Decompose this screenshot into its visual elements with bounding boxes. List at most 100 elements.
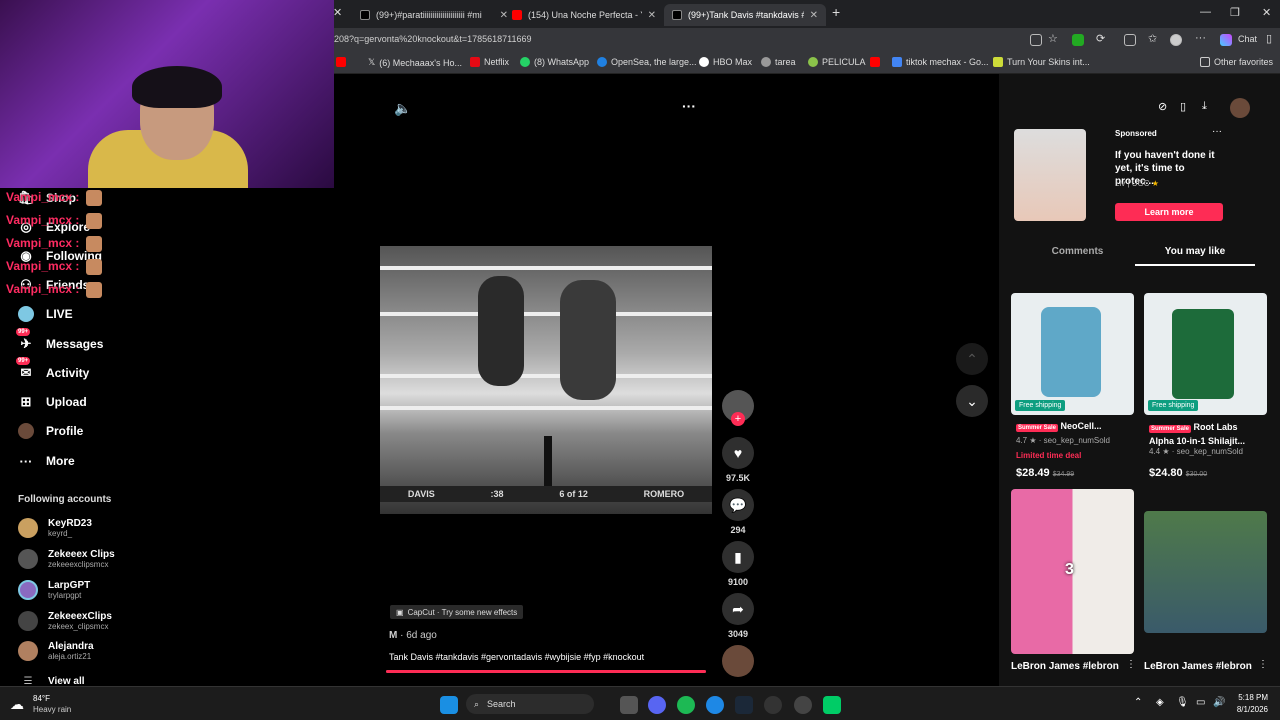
- account-alejandra[interactable]: Alejandra aleja.ortiz21: [18, 641, 94, 661]
- account-larpgpt[interactable]: LarpGPT trylarpgpt: [18, 580, 90, 600]
- video-more-icon[interactable]: ⋮: [1126, 659, 1136, 670]
- progress-bar[interactable]: [386, 670, 706, 673]
- follow-plus-icon[interactable]: +: [731, 412, 745, 426]
- volume-icon[interactable]: 🔈: [394, 100, 411, 117]
- favorites-icon[interactable]: ✩: [1148, 32, 1157, 45]
- tab-1[interactable]: (99+)#paratiiiiiiiiiiiiiiiiiiiii #mi ✕: [352, 4, 516, 26]
- close-icon[interactable]: ✕: [333, 6, 342, 19]
- bookmark-netflix[interactable]: Netflix: [470, 57, 509, 67]
- video-title[interactable]: LeBron James #lebron: [1144, 661, 1252, 672]
- account-zekeeex-clips[interactable]: Zekeeex Clips zekeeexclipsmcx: [18, 549, 115, 569]
- network-icon[interactable]: ▭: [1196, 697, 1205, 708]
- close-tab-icon[interactable]: ✕: [648, 10, 656, 21]
- nav-upload[interactable]: ⊞ Upload: [18, 394, 87, 410]
- refresh-extension-icon[interactable]: ⟳: [1096, 32, 1105, 45]
- url-field[interactable]: 208?q=gervonta%20knockout&t=178561871166…: [334, 34, 532, 44]
- other-favorites[interactable]: Other favorites: [1200, 57, 1273, 67]
- taskbar-search[interactable]: ⌕ Search: [466, 694, 594, 714]
- activity-icon: ✉ 99+: [16, 357, 32, 380]
- bookmark-whatsapp[interactable]: (8) WhatsApp: [520, 57, 589, 67]
- chat-message: Vampi_mcx :: [6, 213, 80, 227]
- video-player[interactable]: DAVIS :38 6 of 12 ROMERO: [380, 246, 712, 514]
- bookmark-tiktok[interactable]: tiktok mechax - Go...: [892, 57, 989, 67]
- new-tab-button[interactable]: +: [832, 4, 840, 20]
- previous-video-button[interactable]: ⌃: [956, 343, 988, 375]
- comment-button[interactable]: 💬: [722, 489, 754, 521]
- tab-3-active[interactable]: (99+)Tank Davis #tankdavis #gerv✕: [664, 4, 826, 26]
- video-more-icon[interactable]: ⋮: [1258, 659, 1268, 670]
- star-icon[interactable]: ☆: [1048, 32, 1058, 45]
- tray-chevron-icon[interactable]: ⌃: [1134, 697, 1142, 708]
- compass-icon[interactable]: ⊘: [1158, 100, 1167, 113]
- app-icon[interactable]: [764, 696, 782, 714]
- user-avatar[interactable]: [1230, 98, 1250, 118]
- youtube-bookmark-icon[interactable]: [336, 57, 346, 67]
- maximize-icon[interactable]: ❐: [1230, 6, 1240, 19]
- video-more-icon[interactable]: ···: [682, 98, 696, 114]
- extension-icon[interactable]: [1072, 34, 1084, 46]
- ad-more-icon[interactable]: ···: [1212, 126, 1222, 137]
- video-title[interactable]: LeBron James #lebron: [1011, 661, 1119, 672]
- video-author[interactable]: M · 6d ago: [389, 630, 437, 641]
- account-zekeeexclips[interactable]: ZekeeexClips zekeex_clipsmcx: [18, 611, 112, 631]
- nav-live[interactable]: LIVE: [18, 306, 73, 322]
- next-video-button[interactable]: ⌄: [956, 385, 988, 417]
- video-thumbnail[interactable]: 3: [1011, 489, 1134, 654]
- save-button[interactable]: ▮: [722, 541, 754, 573]
- mic-icon[interactable]: 🎙: [1176, 697, 1189, 708]
- extensions-icon[interactable]: [1124, 34, 1136, 46]
- edge-icon[interactable]: [706, 696, 724, 714]
- like-button[interactable]: ♥: [722, 437, 754, 469]
- share-button[interactable]: ➦: [722, 593, 754, 625]
- capcut-link[interactable]: ▣ CapCut · Try some new effects: [390, 605, 524, 619]
- bookmark-tarea[interactable]: tarea: [761, 57, 796, 67]
- weather-icon[interactable]: ☁: [10, 696, 24, 713]
- bookmark-x[interactable]: 𝕏 (6) Mechaaax's Ho...: [368, 57, 462, 68]
- window-close-icon[interactable]: ✕: [1262, 6, 1271, 19]
- close-tab-icon[interactable]: ✕: [810, 10, 818, 21]
- profile-icon[interactable]: [1170, 34, 1182, 46]
- video-thumbnail[interactable]: [1144, 511, 1267, 633]
- tray-icon[interactable]: ◈: [1156, 697, 1164, 708]
- product-title[interactable]: Summer Sale Root Labs Alpha 10-in-1 Shil…: [1149, 421, 1264, 447]
- bookmark-hbo[interactable]: HBO Max: [699, 57, 752, 67]
- menu-icon[interactable]: ···: [1195, 32, 1206, 44]
- account-keyrd23[interactable]: KeyRD23 keyrd_: [18, 518, 92, 538]
- nav-activity[interactable]: ✉ 99+ Activity: [16, 357, 89, 381]
- app-icon[interactable]: [823, 696, 841, 714]
- bookmark-opensea[interactable]: OpenSea, the large...: [597, 57, 697, 67]
- clock-date[interactable]: 8/1/2026: [1232, 705, 1268, 714]
- like-count: 97.5K: [725, 473, 751, 483]
- chat-button[interactable]: Chat: [1238, 34, 1257, 44]
- nav-messages[interactable]: ✈ 99+ Messages: [16, 328, 103, 352]
- windows-start-icon[interactable]: [440, 696, 458, 714]
- settings-icon[interactable]: [794, 696, 812, 714]
- screen-icon[interactable]: [1030, 34, 1042, 46]
- bookmark-skins[interactable]: Turn Your Skins int...: [993, 57, 1090, 67]
- file-explorer-icon[interactable]: [620, 696, 638, 714]
- product-card[interactable]: Free shipping: [1144, 293, 1267, 415]
- volume-tray-icon[interactable]: 🔊: [1213, 697, 1225, 708]
- clock-time[interactable]: 5:18 PM: [1232, 693, 1268, 702]
- nav-profile[interactable]: Profile: [18, 423, 83, 439]
- ad-thumbnail[interactable]: [1014, 129, 1086, 221]
- device-icon[interactable]: ▯: [1180, 100, 1186, 113]
- music-disc[interactable]: [722, 645, 754, 677]
- bookmark-pelicula[interactable]: PELICULA: [808, 57, 866, 67]
- product-title[interactable]: Summer Sale NeoCell...: [1016, 421, 1131, 432]
- minimize-icon[interactable]: —: [1200, 6, 1211, 18]
- ad-source: Liv | UGC ★: [1115, 179, 1159, 188]
- nav-more[interactable]: ··· More: [18, 453, 75, 469]
- youtube-bookmark-icon[interactable]: [870, 57, 880, 67]
- tab-you-may-like[interactable]: You may like: [1135, 246, 1255, 257]
- learn-more-button[interactable]: Learn more: [1115, 203, 1223, 221]
- tab-2[interactable]: (154) Una Noche Perfecta - YouTu✕: [504, 4, 664, 26]
- product-card[interactable]: Free shipping: [1011, 293, 1134, 415]
- spotify-icon[interactable]: [677, 696, 695, 714]
- discord-icon[interactable]: [648, 696, 666, 714]
- sidebar-toggle-icon[interactable]: ▯: [1266, 32, 1272, 45]
- copilot-icon[interactable]: [1220, 34, 1232, 46]
- tab-comments[interactable]: Comments: [1020, 246, 1135, 257]
- download-icon[interactable]: ⤓: [1202, 100, 1207, 113]
- steam-icon[interactable]: [735, 696, 753, 714]
